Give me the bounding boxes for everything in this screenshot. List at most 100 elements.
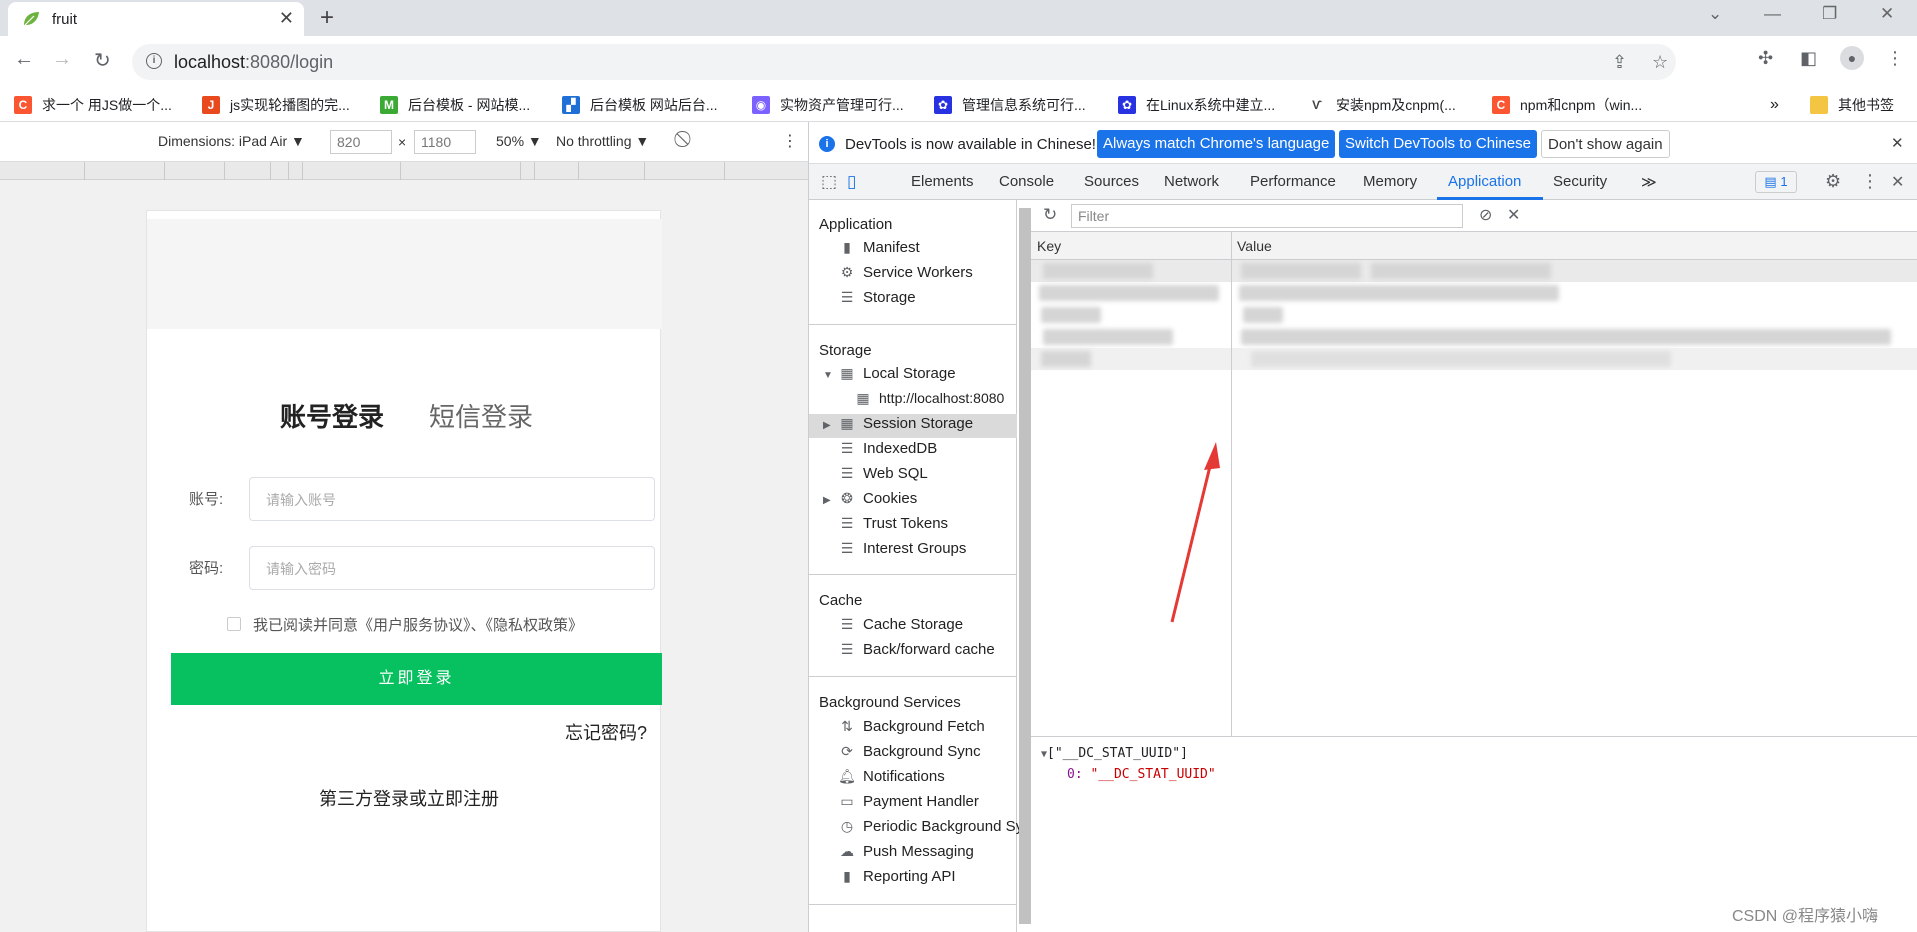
- tab-account-login[interactable]: 账号登录: [280, 397, 384, 434]
- table-row[interactable]: [1031, 260, 1917, 282]
- height-field[interactable]: 1180: [414, 130, 476, 154]
- switch-chinese-button[interactable]: Switch DevTools to Chinese: [1339, 130, 1537, 158]
- sidebar-item-local-storage[interactable]: ▦ Local Storage: [839, 365, 955, 382]
- share-icon[interactable]: ⇪: [1612, 52, 1627, 73]
- sidebar-item-storage[interactable]: ☰ Storage: [839, 289, 916, 306]
- devtools-menu-icon[interactable]: ⋮: [1861, 171, 1879, 192]
- tab-sms-login[interactable]: 短信登录: [429, 397, 533, 434]
- sidebar-item-payment-handler[interactable]: ▭ Payment Handler: [839, 793, 979, 810]
- login-button[interactable]: 立即登录: [171, 653, 662, 705]
- bookmark-item[interactable]: ✿ 管理信息系统可行...: [934, 95, 1086, 115]
- key-column-header[interactable]: Key: [1037, 238, 1061, 254]
- delete-selected-icon[interactable]: ✕: [1507, 205, 1520, 225]
- sidebar-item-localhost[interactable]: ▦ http://localhost:8080: [855, 390, 1004, 407]
- other-bookmarks[interactable]: 其他书签: [1810, 95, 1894, 115]
- sidebar-item-session-storage[interactable]: ▦ Session Storage: [839, 415, 973, 432]
- bookmark-item[interactable]: M 后台模板 - 网站模...: [380, 95, 530, 115]
- dimensions-select[interactable]: Dimensions: iPad Air ▼: [158, 133, 305, 149]
- star-icon[interactable]: ☆: [1652, 52, 1668, 73]
- sidebar-scrollbar[interactable]: [1019, 208, 1031, 924]
- tab-performance[interactable]: Performance: [1250, 173, 1336, 190]
- device-menu-icon[interactable]: ⋮: [782, 131, 798, 151]
- restore-icon[interactable]: ❐: [1822, 4, 1837, 24]
- close-tab-icon[interactable]: ✕: [279, 8, 294, 29]
- match-language-button[interactable]: Always match Chrome's language: [1097, 130, 1336, 158]
- expand-right-icon[interactable]: ▶: [823, 420, 831, 431]
- sidebar-item-trust-tokens[interactable]: ☰ Trust Tokens: [839, 515, 948, 532]
- refresh-icon[interactable]: ↻: [1043, 205, 1057, 225]
- sidebar-item-push-messaging[interactable]: ☁ Push Messaging: [839, 843, 974, 860]
- site-info-icon[interactable]: i: [146, 53, 162, 69]
- throttling-select[interactable]: No throttling ▼: [556, 133, 649, 149]
- password-input[interactable]: 请输入密码: [249, 546, 655, 590]
- sidebar-item-reporting-api[interactable]: ▮ Reporting API: [839, 868, 955, 885]
- device-toggle-icon[interactable]: ▯: [847, 172, 856, 192]
- width-field[interactable]: 820: [330, 130, 392, 154]
- more-tabs-icon[interactable]: ≫: [1641, 173, 1657, 191]
- browser-tab[interactable]: fruit ✕: [8, 2, 304, 36]
- tab-security[interactable]: Security: [1553, 173, 1607, 190]
- sidebar-item-cookies[interactable]: ❂ Cookies: [839, 490, 917, 507]
- table-row[interactable]: [1031, 326, 1917, 348]
- dont-show-button[interactable]: Don't show again: [1541, 130, 1670, 158]
- sidebar-item-cache-storage[interactable]: ☰ Cache Storage: [839, 616, 963, 633]
- tab-console[interactable]: Console: [999, 173, 1054, 190]
- sidebar-item-background-sync[interactable]: ⟳ Background Sync: [839, 743, 980, 760]
- bookmark-item[interactable]: Cnpm和cnpm（win...: [1492, 95, 1642, 115]
- close-window-icon[interactable]: ✕: [1880, 4, 1894, 24]
- sidebar-item-indexeddb[interactable]: ☰ IndexedDB: [839, 440, 938, 457]
- sidebar-item-service-workers[interactable]: ⚙ Service Workers: [839, 264, 973, 281]
- profile-avatar[interactable]: ●: [1840, 46, 1864, 70]
- database-icon: ☰: [840, 465, 854, 481]
- tab-search-icon[interactable]: ⌄: [1708, 4, 1722, 24]
- file-icon: ▮: [843, 868, 851, 884]
- bookmarks-overflow[interactable]: »: [1770, 95, 1779, 115]
- bookmark-item[interactable]: ◉ 实物资产管理可行...: [752, 95, 904, 115]
- close-devtools-icon[interactable]: ✕: [1891, 172, 1904, 192]
- bookmark-item[interactable]: ✿ 在Linux系统中建立...: [1118, 95, 1275, 115]
- forward-icon[interactable]: →: [52, 48, 72, 71]
- account-input[interactable]: 请输入账号: [249, 477, 655, 521]
- expand-down-icon[interactable]: ▼: [823, 370, 833, 381]
- issues-badge[interactable]: ▤ 1: [1755, 171, 1797, 193]
- side-panel-icon[interactable]: ◧: [1800, 48, 1817, 69]
- agree-checkbox[interactable]: [227, 617, 241, 631]
- table-row[interactable]: [1031, 304, 1917, 326]
- sidebar-item-websql[interactable]: ☰ Web SQL: [839, 465, 928, 482]
- tab-application[interactable]: Application: [1448, 173, 1521, 190]
- value-column-header[interactable]: Value: [1237, 238, 1272, 254]
- inspect-icon[interactable]: ⬚: [821, 172, 837, 192]
- address-bar[interactable]: i localhost:8080/login ☆ ⇪: [132, 44, 1676, 80]
- expand-right-icon[interactable]: ▶: [823, 495, 831, 506]
- new-tab-icon[interactable]: +: [320, 4, 334, 32]
- bookmark-item[interactable]: Jjs实现轮播图的完...: [202, 95, 350, 115]
- zoom-select[interactable]: 50% ▼: [496, 133, 542, 149]
- third-party-login-link[interactable]: 第三方登录或立即注册: [319, 785, 499, 811]
- tab-elements[interactable]: Elements: [911, 173, 974, 190]
- clear-all-icon[interactable]: ⊘: [1479, 205, 1492, 225]
- sidebar-item-bfcache[interactable]: ☰ Back/forward cache: [839, 641, 995, 658]
- bookmark-item[interactable]: C 求一个 用JS做一个...: [14, 95, 172, 115]
- tab-memory[interactable]: Memory: [1363, 173, 1417, 190]
- bookmark-item[interactable]: ▞ 后台模板 网站后台...: [562, 95, 718, 115]
- table-row[interactable]: [1031, 348, 1917, 370]
- tab-network[interactable]: Network: [1164, 173, 1219, 190]
- minimize-icon[interactable]: —: [1764, 4, 1781, 24]
- forgot-password-link[interactable]: 忘记密码?: [565, 719, 647, 745]
- tab-sources[interactable]: Sources: [1084, 173, 1139, 190]
- sidebar-item-interest-groups[interactable]: ☰ Interest Groups: [839, 540, 967, 557]
- sidebar-item-periodic-sync[interactable]: ◷ Periodic Background Sy: [839, 818, 1023, 835]
- sidebar-item-background-fetch[interactable]: ⇅ Background Fetch: [839, 718, 985, 735]
- close-infobar-icon[interactable]: ✕: [1891, 134, 1904, 152]
- table-row[interactable]: [1031, 282, 1917, 304]
- back-icon[interactable]: ←: [14, 48, 34, 71]
- settings-gear-icon[interactable]: ⚙: [1825, 171, 1841, 192]
- media-query-ruler[interactable]: [0, 162, 808, 180]
- bookmark-item[interactable]: Ѵ 安装npm及cnpm(...: [1308, 95, 1456, 115]
- menu-kebab-icon[interactable]: ⋮: [1886, 48, 1904, 69]
- filter-input[interactable]: Filter: [1071, 204, 1463, 228]
- reload-icon[interactable]: ↻: [94, 48, 111, 73]
- sidebar-item-manifest[interactable]: ▮ Manifest: [839, 239, 920, 256]
- extensions-icon[interactable]: ✣: [1758, 48, 1773, 69]
- sidebar-item-notifications[interactable]: 🔔︎ Notifications: [838, 768, 945, 785]
